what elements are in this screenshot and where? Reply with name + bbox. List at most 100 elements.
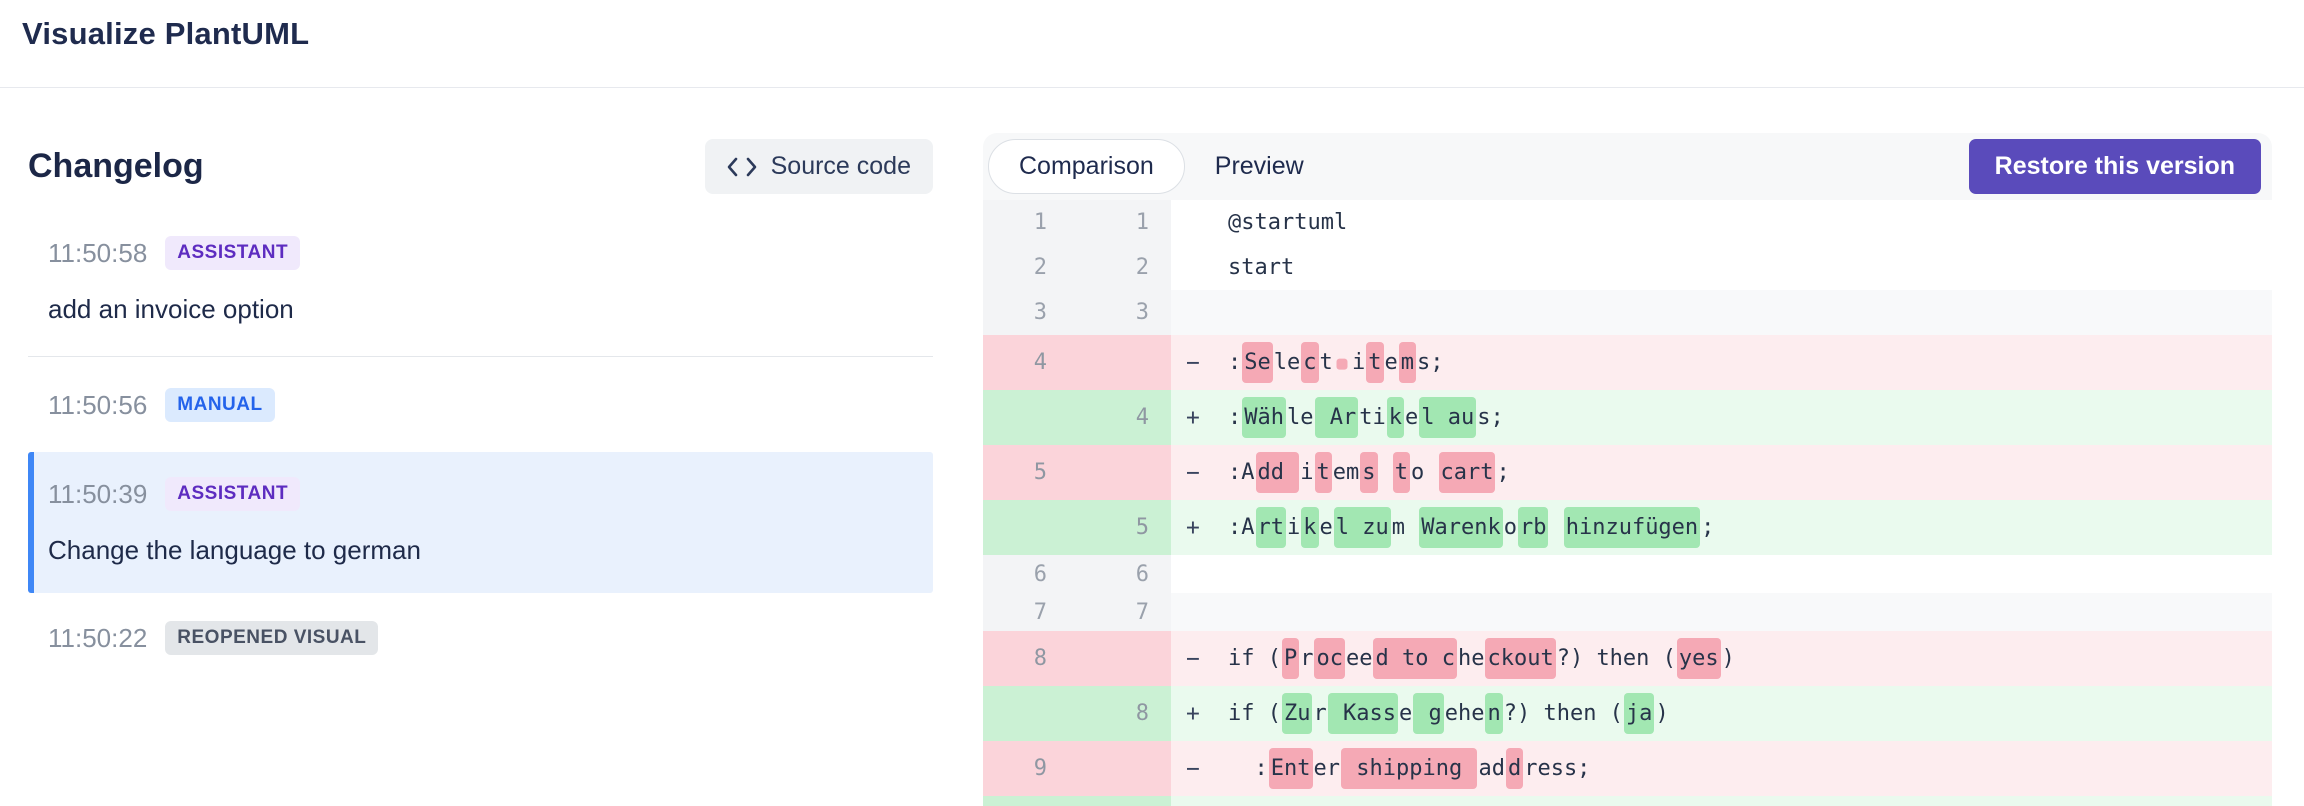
- code-text: i: [1287, 515, 1300, 540]
- code-text: :: [1228, 756, 1268, 781]
- changelog-entry[interactable]: 11:50:56MANUAL: [28, 388, 933, 422]
- changed-chars: g: [1413, 693, 1444, 734]
- changelog-entry[interactable]: 11:50:22REOPENED VISUAL: [28, 621, 933, 655]
- code-text: o: [1411, 460, 1424, 485]
- changed-chars: Se: [1242, 342, 1273, 383]
- view-tabs: ComparisonPreview: [988, 139, 1334, 194]
- code-text: i: [1300, 460, 1313, 485]
- entry-message: Change the language to german: [48, 535, 913, 566]
- changed-chars: c: [1301, 342, 1318, 383]
- tab-comparison[interactable]: Comparison: [988, 139, 1185, 194]
- code-text: if (: [1228, 646, 1281, 671]
- diff-row-context: 33: [983, 290, 2272, 335]
- code-text: r: [1300, 646, 1313, 671]
- old-line-number: 1: [983, 210, 1047, 235]
- line-number-gutter: 4: [983, 335, 1171, 390]
- changed-chars: t: [1315, 452, 1332, 493]
- source-code-button[interactable]: Source code: [705, 139, 933, 194]
- code-line: [1228, 290, 2272, 335]
- entry-type-badge: ASSISTANT: [165, 236, 300, 270]
- restore-version-button[interactable]: Restore this version: [1969, 139, 2261, 194]
- line-number-gutter: 9: [983, 741, 1171, 796]
- changed-chars: ja: [1624, 693, 1655, 734]
- changed-chars: t: [1393, 452, 1410, 493]
- code-text: ;: [1701, 515, 1714, 540]
- code-text: :A: [1228, 460, 1255, 485]
- changed-chars: s: [1360, 452, 1377, 493]
- code-line: :Enter shipping address;: [1228, 741, 2272, 796]
- code-text: :A: [1228, 515, 1255, 540]
- code-line: @startuml: [1228, 200, 2272, 245]
- changelog-entries: 11:50:58ASSISTANTadd an invoice option11…: [28, 236, 933, 655]
- code-text: ): [1722, 646, 1735, 671]
- changed-chars: P: [1282, 638, 1299, 679]
- code-text: e: [1314, 756, 1327, 781]
- diff-row-added: 4+:Wähle Artikel aus;: [983, 390, 2272, 445]
- old-line-number: 7: [983, 600, 1047, 625]
- code-text: he: [1458, 646, 1485, 671]
- code-text: ?) then (: [1504, 701, 1623, 726]
- diff-row-added: [983, 796, 2272, 806]
- changed-chars: hinzufügen: [1564, 507, 1700, 548]
- diff-row-added: 8+if (Zur Kasse gehen?) then (ja): [983, 686, 2272, 741]
- old-line-number: 8: [983, 646, 1047, 671]
- changelog-heading: Changelog: [28, 147, 204, 186]
- code-text: i: [1352, 350, 1365, 375]
- code-text: @startuml: [1228, 210, 1347, 235]
- code-text: e: [1445, 701, 1458, 726]
- tab-preview[interactable]: Preview: [1185, 140, 1334, 193]
- line-number-gutter: 22: [983, 245, 1171, 290]
- entry-header: 11:50:56MANUAL: [48, 388, 933, 422]
- line-number-gutter: [983, 796, 1171, 806]
- diff-panel-header: ComparisonPreview Restore this version: [983, 133, 2272, 200]
- changelog-entry[interactable]: 11:50:58ASSISTANTadd an invoice option: [28, 236, 933, 325]
- app-header: Visualize PlantUML: [0, 0, 2304, 88]
- changed-chars: yes: [1677, 638, 1721, 679]
- changelog-entry[interactable]: 11:50:39ASSISTANTChange the language to …: [28, 452, 933, 593]
- changed-chars: l au: [1419, 397, 1476, 438]
- app-title: Visualize PlantUML: [22, 16, 309, 52]
- code-text: :: [1228, 350, 1241, 375]
- code-line: :Wähle Artikel aus;: [1228, 390, 2272, 445]
- entry-divider: [28, 356, 933, 357]
- changed-chars: ckout: [1485, 638, 1555, 679]
- diff-row-context: 66: [983, 555, 2272, 593]
- line-number-gutter: 11: [983, 200, 1171, 245]
- code-text: e: [1399, 701, 1412, 726]
- code-text: [1424, 460, 1437, 485]
- old-line-number: 2: [983, 255, 1047, 280]
- code-line: :Add items to cart;: [1228, 445, 2272, 500]
- changed-chars: n: [1485, 693, 1502, 734]
- entry-type-badge: ASSISTANT: [165, 477, 300, 511]
- diff-row-context: 22start: [983, 245, 2272, 290]
- code-text: le: [1287, 405, 1314, 430]
- code-line: if (Zur Kasse gehen?) then (ja): [1228, 686, 2272, 741]
- code-brackets-icon: [727, 156, 757, 178]
- code-text: ress;: [1524, 756, 1590, 781]
- changed-chars: oc: [1314, 638, 1345, 679]
- entry-header: 11:50:22REOPENED VISUAL: [48, 621, 933, 655]
- old-line-number: 4: [983, 350, 1047, 375]
- code-text: ;: [1496, 460, 1509, 485]
- code-text: r: [1313, 701, 1326, 726]
- changelog-header: Changelog Source code: [28, 133, 933, 200]
- diff-row-context: 11 @startuml: [983, 200, 2272, 245]
- changed-chars: t: [1366, 342, 1383, 383]
- source-code-label: Source code: [771, 152, 911, 181]
- new-line-number: 6: [1047, 562, 1149, 587]
- changed-chars: Kass: [1328, 693, 1398, 734]
- changed-chars: k: [1301, 507, 1318, 548]
- new-line-number: 1: [1047, 210, 1149, 235]
- diff-sign: +: [1171, 701, 1228, 727]
- code-text: :: [1228, 405, 1241, 430]
- code-text: e: [1320, 515, 1333, 540]
- code-text: ?) then (: [1557, 646, 1676, 671]
- code-text: e: [1359, 646, 1372, 671]
- old-line-number: 3: [983, 300, 1047, 325]
- changed-chars: Zu: [1282, 693, 1313, 734]
- entry-header: 11:50:58ASSISTANT: [48, 236, 933, 270]
- new-line-number: 3: [1047, 300, 1149, 325]
- changed-chars: cart: [1439, 452, 1496, 493]
- code-text: t: [1320, 350, 1333, 375]
- changed-chars: m: [1399, 342, 1416, 383]
